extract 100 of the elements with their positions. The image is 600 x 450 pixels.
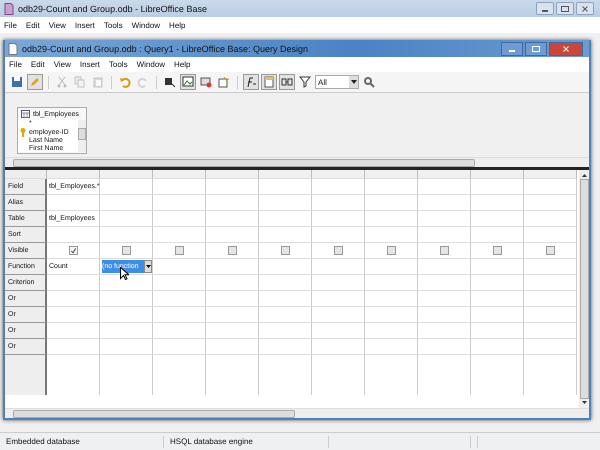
table-cell[interactable] xyxy=(524,195,577,211)
table-cell[interactable] xyxy=(365,179,418,195)
table-cell[interactable] xyxy=(47,227,100,243)
table-cell[interactable] xyxy=(365,195,418,211)
table-cell[interactable] xyxy=(259,211,312,227)
table-cell[interactable] xyxy=(206,227,259,243)
menu-item[interactable]: Help xyxy=(174,60,190,69)
column-header[interactable] xyxy=(365,170,418,179)
table-cell[interactable] xyxy=(471,323,524,339)
table-cell[interactable] xyxy=(471,243,524,259)
column-header[interactable] xyxy=(47,170,100,179)
table-cell[interactable] xyxy=(100,307,153,323)
table-cell[interactable] xyxy=(100,291,153,307)
table-cell[interactable] xyxy=(418,323,471,339)
table-cell[interactable] xyxy=(100,195,153,211)
scroll-up-icon[interactable] xyxy=(582,174,586,177)
visible-checkbox[interactable] xyxy=(546,246,554,255)
column-header[interactable] xyxy=(524,170,577,179)
edit-button[interactable] xyxy=(27,74,43,90)
minimize-button[interactable] xyxy=(536,2,554,15)
visible-checkbox[interactable] xyxy=(334,246,342,255)
table-cell[interactable] xyxy=(524,275,577,291)
menu-item[interactable]: Insert xyxy=(80,60,100,69)
menu-item[interactable]: Edit xyxy=(26,20,40,30)
table-cell[interactable] xyxy=(153,259,206,275)
table-cell[interactable] xyxy=(206,243,259,259)
table-cell[interactable] xyxy=(365,323,418,339)
table-cell[interactable] xyxy=(312,275,365,291)
visible-checkbox[interactable] xyxy=(68,246,78,255)
table-cell[interactable] xyxy=(47,243,100,259)
horizontal-scrollbar[interactable] xyxy=(5,408,589,418)
menu-item[interactable]: Tools xyxy=(104,20,123,30)
table-cell[interactable] xyxy=(471,291,524,307)
table-cell[interactable] xyxy=(153,275,206,291)
menu-item[interactable]: Tools xyxy=(108,60,128,69)
table-cell[interactable] xyxy=(312,323,365,339)
table-cell[interactable] xyxy=(47,195,100,211)
table-cell[interactable] xyxy=(47,307,100,323)
save-button[interactable] xyxy=(9,74,25,90)
table-cell[interactable] xyxy=(365,291,418,307)
table-cell[interactable] xyxy=(524,291,577,307)
table-cell[interactable] xyxy=(100,211,153,227)
table-cell[interactable] xyxy=(100,243,153,259)
table-cell[interactable] xyxy=(206,195,259,211)
table-cell[interactable] xyxy=(206,275,259,291)
visible-checkbox[interactable] xyxy=(174,246,184,255)
table-cell[interactable] xyxy=(312,211,365,227)
table-cell[interactable] xyxy=(153,291,206,307)
column-header[interactable] xyxy=(259,170,312,179)
visible-checkbox[interactable] xyxy=(280,246,290,255)
vertical-scrollbar[interactable] xyxy=(579,170,589,408)
visible-checkbox[interactable] xyxy=(492,246,502,255)
table-cell[interactable] xyxy=(206,211,259,227)
table-cell[interactable] xyxy=(365,243,418,259)
table-cell[interactable] xyxy=(418,211,471,227)
table-cell[interactable] xyxy=(153,323,206,339)
table-cell[interactable] xyxy=(206,307,259,323)
table-cell[interactable] xyxy=(153,339,206,355)
table-cell[interactable] xyxy=(206,291,259,307)
scroll-down-icon[interactable] xyxy=(582,401,586,404)
table-cell[interactable] xyxy=(259,339,312,355)
table-cell[interactable] xyxy=(524,259,577,275)
table-cell[interactable] xyxy=(47,291,100,307)
table-cell[interactable] xyxy=(524,243,577,259)
table-cell[interactable] xyxy=(524,211,577,227)
column-header[interactable] xyxy=(153,170,206,179)
table-cell[interactable] xyxy=(418,243,471,259)
menu-item[interactable]: View xyxy=(54,60,71,69)
column-header[interactable] xyxy=(312,170,365,179)
table-cell[interactable] xyxy=(418,259,471,275)
menu-item[interactable]: Edit xyxy=(30,60,45,69)
table-cell[interactable] xyxy=(312,291,365,307)
table-cell[interactable] xyxy=(365,227,418,243)
table-cell[interactable] xyxy=(524,307,577,323)
column-header[interactable] xyxy=(206,170,259,179)
table-cell[interactable] xyxy=(418,227,471,243)
table-cell[interactable] xyxy=(206,179,259,195)
table-cell[interactable] xyxy=(259,307,312,323)
table-cell[interactable] xyxy=(153,195,206,211)
table-cell[interactable] xyxy=(259,227,312,243)
table-cell[interactable] xyxy=(418,291,471,307)
menu-item[interactable]: Window xyxy=(136,60,166,69)
table-cell[interactable] xyxy=(206,339,259,355)
menu-item[interactable]: File xyxy=(4,20,17,30)
table-cell[interactable] xyxy=(524,179,577,195)
table-cell[interactable] xyxy=(418,339,471,355)
table-cell[interactable] xyxy=(365,307,418,323)
table-cell[interactable] xyxy=(365,339,418,355)
table-cell[interactable] xyxy=(47,339,100,355)
table-cell[interactable] xyxy=(47,275,100,291)
table-cell[interactable] xyxy=(206,323,259,339)
table-cell[interactable] xyxy=(47,323,100,339)
visible-checkbox[interactable] xyxy=(228,246,236,255)
table-cell[interactable] xyxy=(100,179,153,195)
table-cell[interactable] xyxy=(524,227,577,243)
maximize-button[interactable] xyxy=(556,2,574,15)
table-cell[interactable] xyxy=(100,323,153,339)
table-cell[interactable] xyxy=(153,307,206,323)
table-cell[interactable] xyxy=(312,307,365,323)
column-header[interactable] xyxy=(418,170,471,179)
